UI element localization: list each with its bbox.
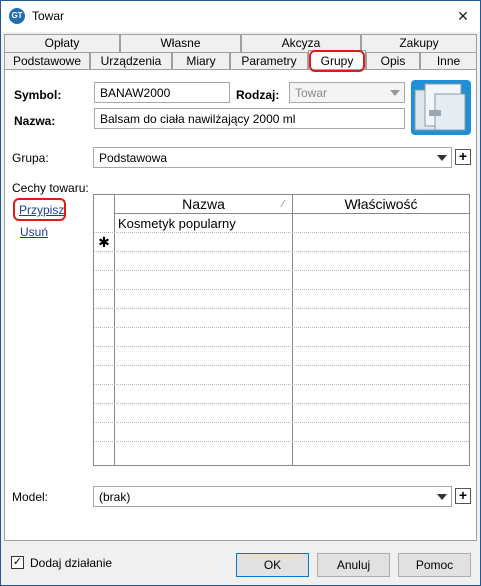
empty-row: [94, 347, 469, 366]
tab-parametry[interactable]: Parametry: [230, 52, 308, 70]
close-icon[interactable]: ✕: [446, 1, 480, 32]
chevron-down-icon: [437, 494, 447, 500]
symbol-label: Symbol:: [14, 88, 62, 102]
dodaj-dzialanie-label: Dodaj działanie: [30, 556, 113, 570]
tab-inne[interactable]: Inne: [420, 52, 477, 70]
grupa-label: Grupa:: [12, 151, 49, 165]
window-title: Towar: [32, 9, 65, 23]
model-label: Model:: [12, 490, 49, 504]
usun-link[interactable]: Usuń: [20, 225, 48, 239]
ok-button[interactable]: OK: [236, 553, 309, 577]
add-model-button[interactable]: +: [455, 488, 471, 504]
chevron-down-icon: [437, 155, 447, 161]
tab-miary[interactable]: Miary: [172, 52, 230, 70]
empty-row: [94, 290, 469, 309]
table-row[interactable]: Kosmetyk popularny: [94, 214, 469, 233]
tab-grupy[interactable]: Grupy: [308, 50, 366, 70]
nazwa-input[interactable]: Balsam do ciała nawilżający 2000 ml: [94, 108, 405, 129]
empty-row: [94, 404, 469, 423]
cell-wlasciwosc[interactable]: [293, 233, 469, 252]
symbol-input[interactable]: BANAW2000: [94, 82, 230, 103]
rodzaj-label: Rodzaj:: [236, 88, 280, 102]
add-grupa-button[interactable]: +: [455, 149, 471, 165]
empty-row: [94, 423, 469, 442]
grupa-select[interactable]: Podstawowa: [93, 147, 452, 168]
tab-oplaty[interactable]: Opłaty: [4, 34, 120, 52]
cechy-label: Cechy towaru:: [12, 181, 89, 195]
new-row-icon: ✱: [98, 234, 110, 250]
dodaj-dzialanie-checkbox[interactable]: ✓: [11, 556, 24, 569]
grupa-value: Podstawowa: [99, 151, 168, 165]
empty-row: [94, 442, 469, 461]
column-header-nazwa[interactable]: Nazwa ⁄: [115, 195, 292, 214]
row-marker: [94, 214, 114, 233]
pomoc-button[interactable]: Pomoc: [398, 553, 471, 577]
product-image: [411, 80, 471, 135]
cell-wlasciwosc[interactable]: [293, 214, 469, 233]
tab-zakupy[interactable]: Zakupy: [361, 34, 477, 52]
cechy-grid[interactable]: Nazwa ⁄ Właściwość Kosmetyk popularny ✱: [93, 194, 470, 466]
rodzaj-value: Towar: [295, 86, 328, 100]
anuluj-button[interactable]: Anuluj: [317, 553, 390, 577]
przypisz-link[interactable]: Przypisz: [19, 203, 64, 217]
dialog-window: GT Towar ✕ Opłaty Własne Akcyza Zakupy P…: [0, 0, 481, 586]
empty-row: [94, 328, 469, 347]
new-row[interactable]: ✱: [94, 233, 469, 252]
chevron-down-icon: [390, 90, 400, 96]
model-value: (brak): [99, 490, 131, 504]
sort-icon: ⁄: [282, 199, 284, 210]
tab-opis[interactable]: Opis: [366, 52, 420, 70]
title-bar: GT Towar ✕: [1, 1, 480, 32]
cell-nazwa[interactable]: Kosmetyk popularny: [115, 214, 292, 233]
nazwa-label: Nazwa:: [14, 114, 56, 128]
empty-row: [94, 366, 469, 385]
column-header-nazwa-label: Nazwa: [182, 196, 225, 212]
cell-nazwa[interactable]: [115, 233, 292, 252]
tab-wlasne[interactable]: Własne: [120, 34, 241, 52]
model-select[interactable]: (brak): [93, 486, 452, 507]
empty-row: [94, 309, 469, 328]
empty-row: [94, 271, 469, 290]
column-header-wlasciwosc[interactable]: Właściwość: [293, 195, 469, 214]
empty-row: [94, 385, 469, 404]
tab-urzadzenia[interactable]: Urządzenia: [90, 52, 172, 70]
tab-podstawowe[interactable]: Podstawowe: [4, 52, 90, 70]
empty-row: [94, 252, 469, 271]
rodzaj-select[interactable]: Towar: [289, 82, 405, 103]
app-icon: GT: [9, 8, 25, 24]
